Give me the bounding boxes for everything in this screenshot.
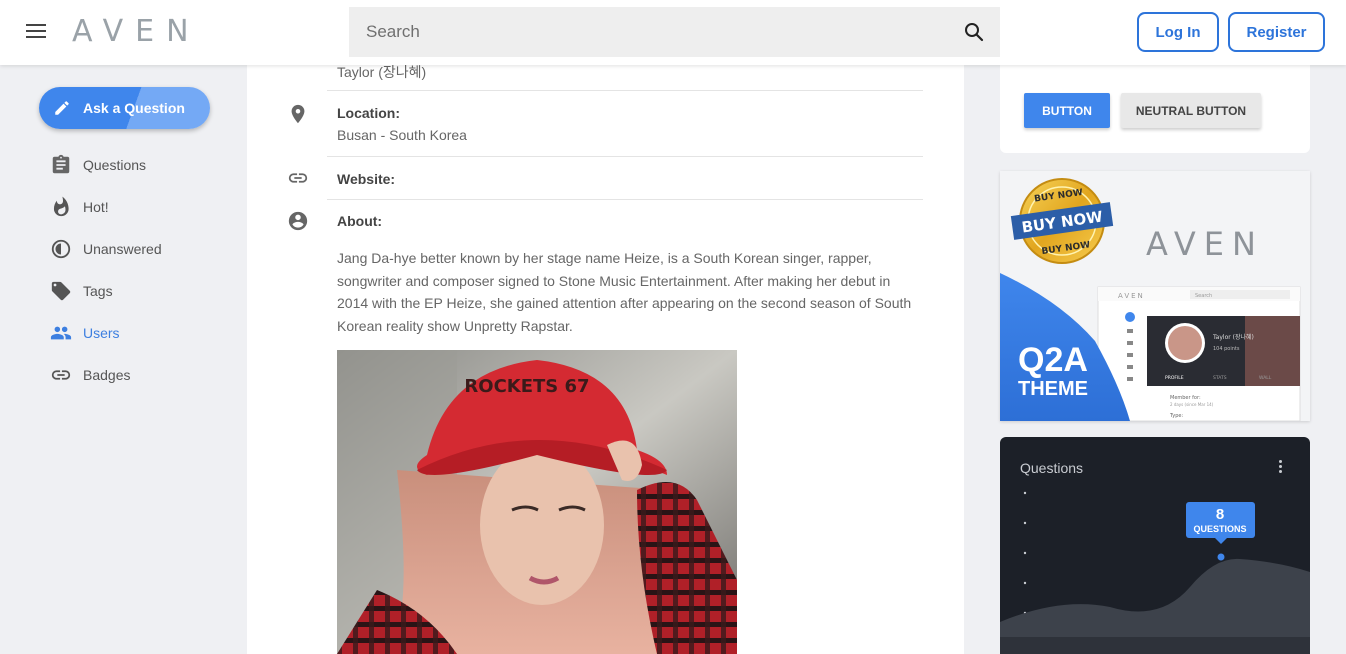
sidebar-item-badges[interactable]: Badges — [50, 354, 162, 396]
cap-text: ROCKETS 67 — [464, 376, 589, 397]
ad-preview-screenshot: AVEN Search Taylor (장나혜) 104 points PROF… — [1097, 286, 1301, 421]
sidebar-item-hot[interactable]: Hot! — [50, 186, 162, 228]
sidebar-item-questions[interactable]: Questions — [50, 144, 162, 186]
mini-type: Type: — [1169, 413, 1183, 419]
mini-user: Taylor (장나혜) — [1212, 333, 1254, 341]
location-value: Busan - South Korea — [337, 127, 467, 143]
link-icon — [288, 173, 308, 183]
login-button[interactable]: Log In — [1137, 12, 1219, 52]
neutral-button[interactable]: NEUTRAL BUTTON — [1121, 93, 1261, 128]
mini-member-for: Member for: — [1170, 395, 1201, 401]
mini-tab-profile: PROFILE — [1165, 375, 1184, 381]
sidebar-item-label: Questions — [83, 157, 147, 173]
mini-tab-stats: STATS — [1213, 375, 1227, 381]
stats-point[interactable] — [1217, 553, 1225, 561]
pencil-icon — [55, 101, 69, 115]
top-bar: AVEN Log In Register — [0, 0, 1346, 65]
tooltip-value: 8 — [1216, 506, 1224, 523]
site-logo[interactable]: AVEN — [72, 14, 201, 49]
link-icon — [51, 370, 71, 380]
tag-icon — [51, 281, 71, 301]
sidebar-nav: Questions Hot! Unanswered Tags Users Bad… — [50, 144, 162, 396]
sidebar-item-unanswered[interactable]: Unanswered — [50, 228, 162, 270]
theme-advertisement[interactable]: BUY NOW BUY NOW BUY NOW AVEN AVEN Search… — [1000, 171, 1310, 421]
sidebar-item-tags[interactable]: Tags — [50, 270, 162, 312]
button-demo-card: BUTTON NEUTRAL BUTTON — [1000, 65, 1310, 153]
ask-question-button[interactable]: Ask a Question — [39, 87, 210, 129]
search-bar — [349, 7, 1000, 57]
users-icon — [50, 326, 72, 340]
questions-stats-card: Questions 8 QUESTIONS — [1000, 437, 1310, 654]
mini-search: Search — [1195, 293, 1212, 299]
ad-title-q2a: Q2A — [1018, 341, 1088, 379]
ask-question-label: Ask a Question — [83, 100, 185, 116]
website-row: Website: — [288, 157, 923, 200]
location-label: Location: — [337, 105, 400, 121]
sidebar-item-label: Tags — [83, 283, 113, 299]
search-input[interactable] — [349, 7, 962, 57]
about-text: Jang Da-hye better known by her stage na… — [337, 250, 912, 334]
register-button[interactable]: Register — [1228, 12, 1325, 52]
account-circle-icon — [288, 211, 308, 231]
half-circle-icon — [51, 239, 71, 259]
primary-button[interactable]: BUTTON — [1024, 93, 1110, 128]
sidebar-item-label: Users — [83, 325, 120, 341]
tooltip-label: QUESTIONS — [1193, 524, 1246, 534]
ad-title-theme: THEME — [1018, 378, 1088, 400]
location-pin-icon — [291, 104, 305, 124]
mini-member-value: 2 days (since Mar 14) — [1170, 402, 1214, 407]
clipboard-icon — [52, 154, 70, 174]
mini-tab-wall: WALL — [1259, 375, 1272, 381]
mini-logo: AVEN — [1118, 292, 1145, 300]
profile-card: Taylor (장나혜) Location: Busan - South Kor… — [247, 64, 964, 654]
buy-now-badge: BUY NOW BUY NOW BUY NOW — [1010, 178, 1114, 264]
location-row: Location: Busan - South Korea — [291, 91, 923, 157]
stats-tooltip: 8 QUESTIONS — [1186, 502, 1255, 544]
sidebar-item-label: Hot! — [83, 199, 109, 215]
sidebar-item-users[interactable]: Users — [50, 312, 162, 354]
ad-logo: AVEN — [1146, 225, 1264, 263]
website-label: Website: — [337, 171, 396, 187]
about-label: About: — [337, 213, 383, 229]
profile-photo: ROCKETS 67 — [337, 350, 737, 654]
sidebar-item-label: Unanswered — [83, 241, 162, 257]
fire-icon — [53, 196, 69, 217]
profile-name: Taylor (장나혜) — [337, 64, 427, 80]
sidebar-item-label: Badges — [83, 367, 131, 383]
stats-axis-dots — [1023, 491, 1027, 615]
hamburger-menu-icon[interactable] — [22, 20, 50, 44]
search-icon[interactable] — [962, 20, 986, 44]
about-row: About: — [288, 200, 923, 240]
mini-points: 104 points — [1213, 346, 1240, 352]
